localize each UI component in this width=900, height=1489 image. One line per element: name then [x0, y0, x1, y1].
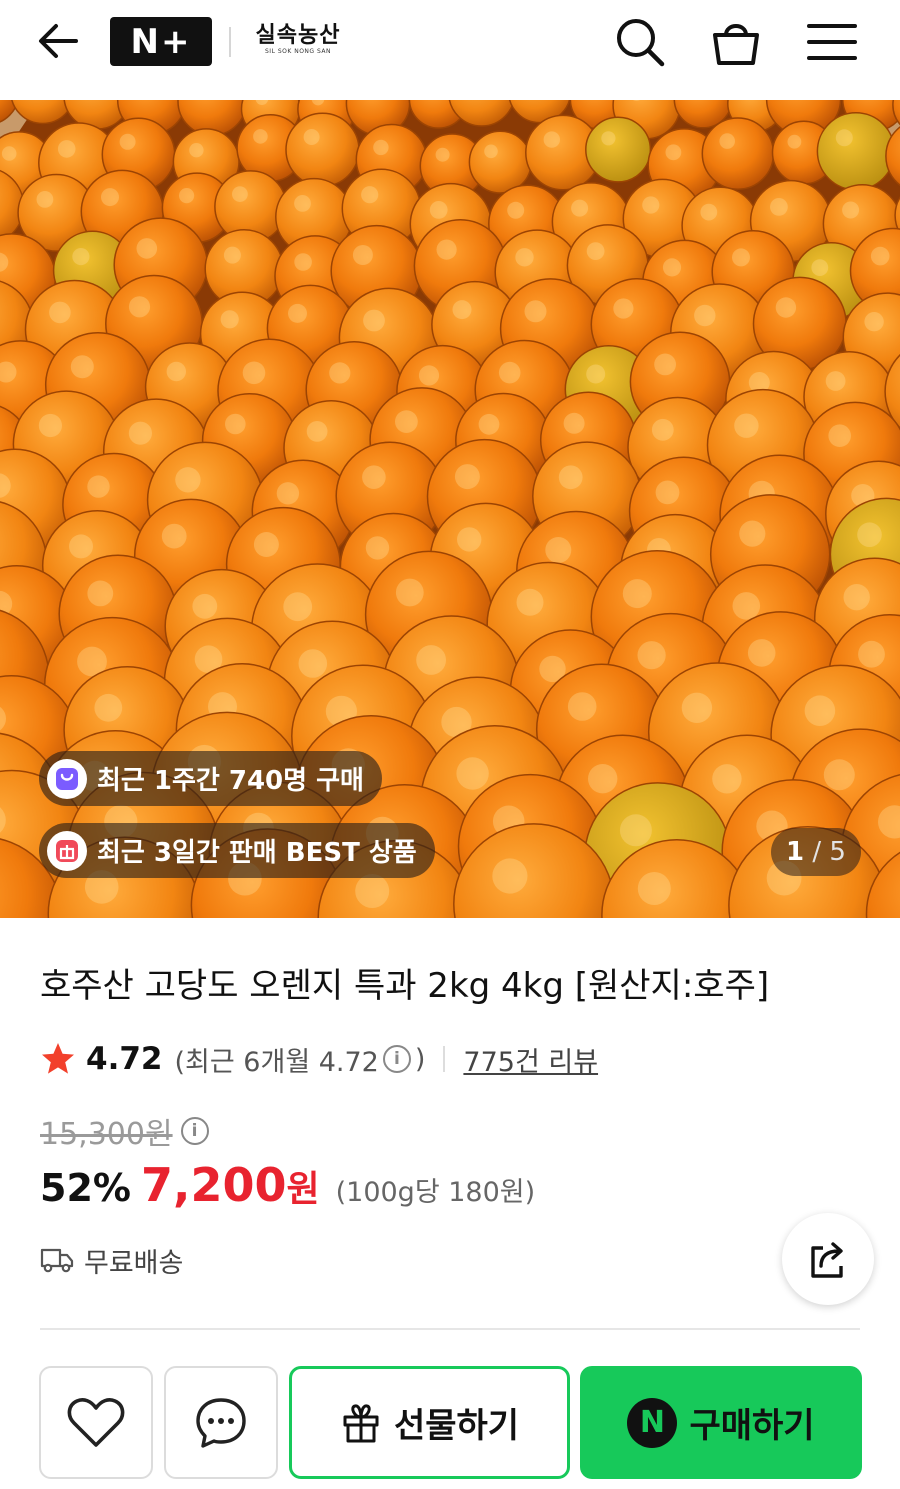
best-seller-text: 최근 3일간 판매 BEST 상품 [97, 838, 417, 868]
truck-icon [40, 1248, 74, 1273]
logo-divider [229, 27, 231, 57]
shopping-basket-icon [713, 24, 759, 65]
gift-icon [47, 830, 87, 871]
buy-button[interactable]: N 구매하기 [580, 1366, 862, 1479]
chat-inquiry-button[interactable] [164, 1366, 278, 1479]
image-page-indicator: 1 / 5 [771, 828, 861, 876]
cart-button[interactable] [706, 12, 766, 72]
top-header: N+ 실속농산 SIL SOK NONG SAN [0, 0, 900, 100]
total-image-count: 5 [829, 837, 846, 867]
recent-rating-close: ) [414, 1043, 426, 1075]
store-name-romanized: SIL SOK NONG SAN [265, 48, 331, 55]
section-divider [40, 1328, 860, 1330]
rating-row: 4.72 (최근 6개월 4.72 i ) 775건 리뷰 [40, 1035, 598, 1083]
star-icon [42, 1043, 74, 1074]
product-image-gallery[interactable]: 최근 1주간 740명 구매 최근 3일간 판매 BEST 상품 1 / 5 [0, 100, 900, 918]
unit-price: (100g당 180원) [335, 1177, 536, 1208]
price-info-icon[interactable]: i [180, 1117, 209, 1145]
shipping-text: 무료배송 [84, 1247, 184, 1279]
info-icon[interactable]: i [382, 1045, 411, 1073]
search-icon [617, 19, 665, 67]
share-button[interactable] [782, 1213, 874, 1305]
store-name: 실속농산 [255, 22, 341, 48]
back-button[interactable] [28, 16, 88, 66]
chat-bubble-icon [196, 1397, 246, 1448]
menu-icon [807, 24, 857, 60]
recent-rating: (최근 6개월 4.72 [174, 1046, 379, 1078]
sale-price-unit: 원 [286, 1169, 320, 1210]
purchase-count-text: 최근 1주간 740명 구매 [97, 766, 364, 796]
discount-rate: 52% [40, 1166, 131, 1210]
product-title: 호주산 고당도 오렌지 특과 2kg 4kg [원산지:호주] [40, 966, 770, 1006]
gift-button-label: 선물하기 [393, 1406, 520, 1446]
original-price: 15,300원 [40, 1117, 173, 1152]
heart-icon [67, 1397, 125, 1447]
current-image-index: 1 [786, 837, 805, 867]
npay-icon: N [627, 1397, 678, 1448]
menu-button[interactable] [802, 12, 862, 72]
sale-price: 7,200 [140, 1158, 287, 1212]
wishlist-button[interactable] [39, 1366, 153, 1479]
nplus-logo[interactable]: N+ [110, 17, 212, 66]
buy-button-label: 구매하기 [689, 1406, 815, 1446]
share-icon [811, 1242, 843, 1278]
arrow-left-icon [39, 24, 78, 58]
bag-icon [47, 758, 87, 799]
original-price-row: 15,300원 i [40, 1110, 213, 1152]
best-seller-badge: 최근 3일간 판매 BEST 상품 [39, 823, 435, 878]
purchase-count-badge: 최근 1주간 740명 구매 [39, 751, 382, 806]
sale-price-row: 52% 7,200 원 (100g당 180원) [40, 1158, 535, 1220]
shipping-row: 무료배송 [40, 1240, 183, 1280]
rating-score: 4.72 [86, 1041, 163, 1077]
store-brand[interactable]: 실속농산 SIL SOK NONG SAN [248, 22, 348, 56]
gift-button[interactable]: 선물하기 [289, 1366, 570, 1479]
search-button[interactable] [610, 12, 670, 72]
rating-separator [443, 1046, 446, 1072]
gift-box-icon [343, 1403, 379, 1442]
review-count-link[interactable]: 775건 리뷰 [463, 1040, 598, 1079]
